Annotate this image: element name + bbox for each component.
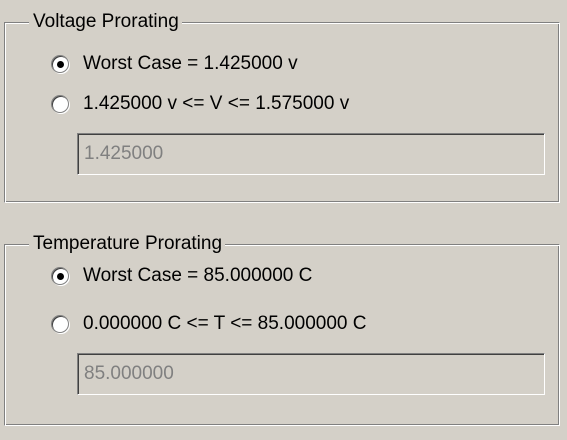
temperature-worst-case-label: Worst Case = 85.000000 C — [83, 265, 313, 286]
voltage-range-radio[interactable] — [51, 95, 69, 113]
voltage-worst-case-option[interactable]: Worst Case = 1.425000 v — [51, 51, 298, 77]
temperature-prorating-title: Temperature Prorating — [29, 232, 226, 256]
voltage-value-field[interactable]: 1.425000 — [77, 133, 545, 175]
temperature-value-field[interactable]: 85.000000 — [77, 353, 545, 395]
temperature-range-label: 0.000000 C <= T <= 85.000000 C — [83, 313, 367, 334]
voltage-range-option[interactable]: 1.425000 v <= V <= 1.575000 v — [51, 91, 349, 117]
voltage-range-label: 1.425000 v <= V <= 1.575000 v — [83, 93, 350, 114]
temperature-prorating-group: Temperature Prorating Worst Case = 85.00… — [4, 232, 560, 426]
temperature-range-option[interactable]: 0.000000 C <= T <= 85.000000 C — [51, 311, 366, 337]
temperature-range-radio[interactable] — [51, 315, 69, 333]
voltage-prorating-group: Voltage Prorating Worst Case = 1.425000 … — [4, 10, 560, 203]
voltage-worst-case-label: Worst Case = 1.425000 v — [83, 53, 298, 74]
temperature-worst-case-radio[interactable] — [51, 267, 69, 285]
voltage-prorating-title: Voltage Prorating — [29, 10, 182, 34]
voltage-worst-case-radio[interactable] — [51, 55, 69, 73]
temperature-worst-case-option[interactable]: Worst Case = 85.000000 C — [51, 263, 312, 289]
